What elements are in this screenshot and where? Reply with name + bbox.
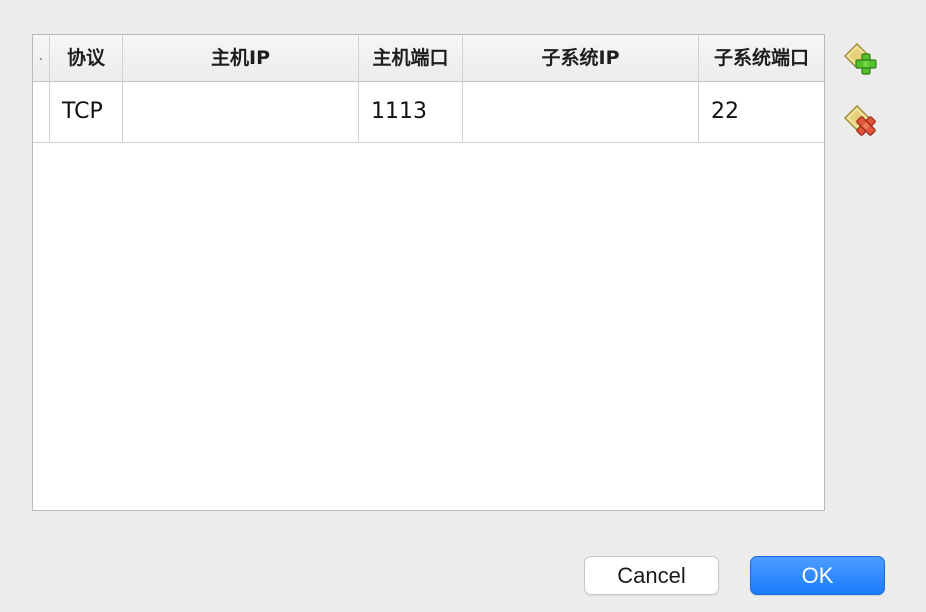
guest-ip-cell[interactable] — [463, 82, 699, 142]
host-ip-cell[interactable] — [123, 82, 359, 142]
header-protocol[interactable]: 协议 — [50, 35, 123, 81]
remove-rule-icon — [843, 104, 876, 136]
header-handle-column[interactable] — [33, 35, 50, 81]
table-header: 协议 主机IP 主机端口 子系统IP 子系统端口 — [33, 35, 824, 82]
remove-rule-button[interactable] — [843, 104, 877, 138]
cancel-button[interactable]: Cancel — [584, 556, 719, 595]
table-row[interactable]: TCP 1113 22 — [33, 82, 824, 143]
host-port-cell[interactable]: 1113 — [359, 82, 463, 142]
header-host-ip[interactable]: 主机IP — [123, 35, 359, 81]
header-guest-ip[interactable]: 子系统IP — [463, 35, 699, 81]
add-rule-icon — [843, 42, 877, 75]
guest-port-cell[interactable]: 22 — [699, 82, 824, 142]
add-rule-button[interactable] — [843, 42, 877, 76]
column-handle-dot — [40, 57, 42, 60]
protocol-cell[interactable]: TCP — [50, 82, 123, 142]
header-host-port[interactable]: 主机端口 — [359, 35, 463, 81]
ok-button[interactable]: OK — [750, 556, 885, 595]
port-forwarding-table: 协议 主机IP 主机端口 子系统IP 子系统端口 TCP 1113 22 — [32, 34, 825, 511]
row-handle-cell[interactable] — [33, 82, 50, 142]
header-guest-port[interactable]: 子系统端口 — [699, 35, 824, 81]
